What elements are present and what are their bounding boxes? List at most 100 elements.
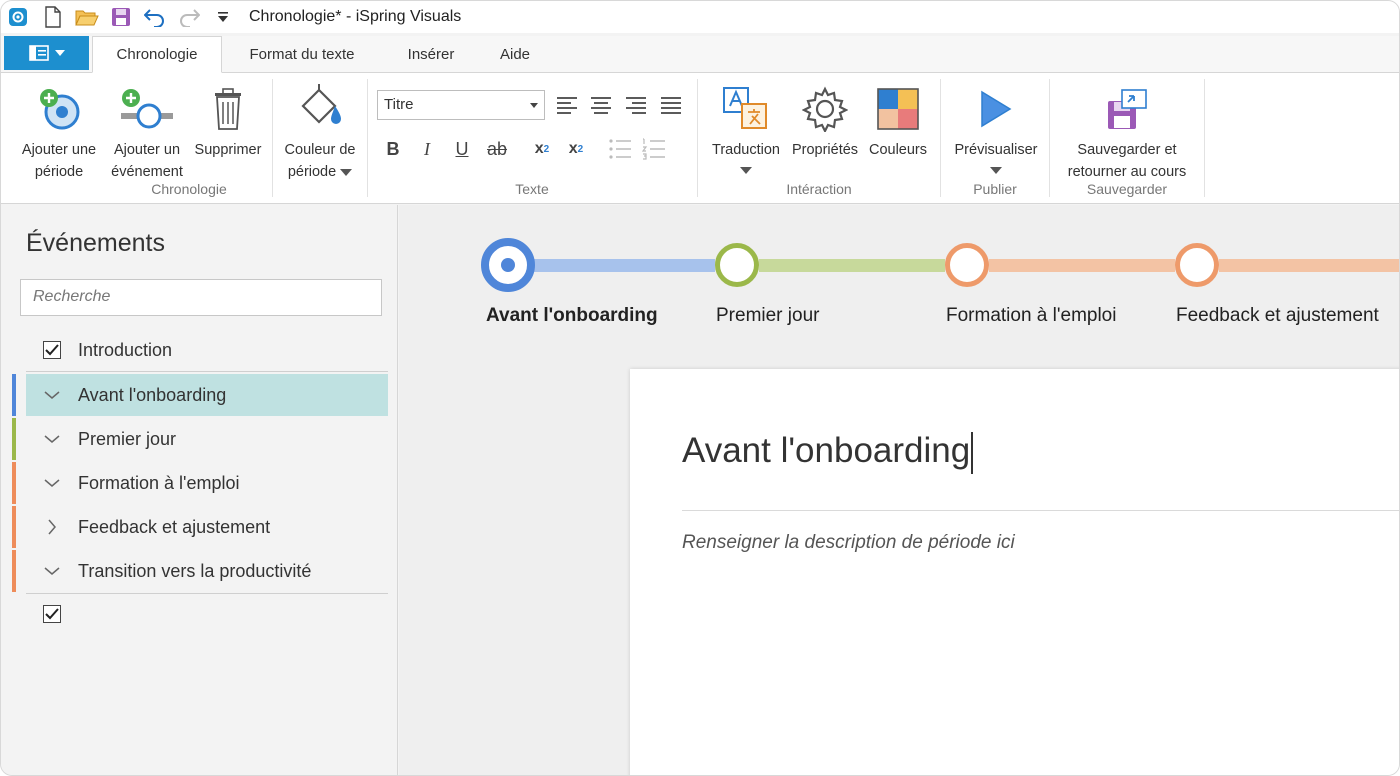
tab-inserer[interactable]: Insérer <box>382 36 480 73</box>
period-color-label-1: Couleur de <box>284 142 356 158</box>
translation-button[interactable]: Traduction <box>705 79 787 174</box>
align-left-icon <box>557 97 577 114</box>
window-title: Chronologie* - iSpring Visuals <box>249 8 462 25</box>
preview-button[interactable]: Prévisualiser <box>945 79 1047 174</box>
align-right-icon <box>626 97 646 114</box>
chevron-down-icon[interactable] <box>26 478 78 488</box>
chevron-down-icon[interactable] <box>26 566 78 576</box>
redo-icon[interactable] <box>177 5 201 29</box>
ribbon-separator <box>697 79 698 197</box>
timeline-node-avant-onboarding[interactable] <box>481 238 535 292</box>
timeline-label-feedback-ajustement[interactable]: Feedback et ajustement <box>1176 305 1379 327</box>
italic-button[interactable]: I <box>413 135 441 163</box>
new-file-icon[interactable] <box>41 5 65 29</box>
chevron-down-icon[interactable] <box>26 434 78 444</box>
period-color-label-2: période <box>288 161 353 183</box>
list-item-label: Feedback et ajustement <box>78 516 271 537</box>
add-period-icon <box>34 79 84 139</box>
chevron-right-icon[interactable] <box>26 519 78 535</box>
selected-node-dot <box>501 258 515 272</box>
justify-button[interactable] <box>657 91 685 119</box>
search-input[interactable]: Recherche <box>20 279 382 316</box>
trash-icon <box>211 79 245 139</box>
timeline-label-formation-emploi[interactable]: Formation à l'emploi <box>946 305 1116 327</box>
save-return-label-2: retourner au cours <box>1067 164 1187 180</box>
sidebar-item-premier-jour[interactable]: Premier jour <box>26 418 388 460</box>
timeline-label-premier-jour[interactable]: Premier jour <box>716 305 819 327</box>
list-item-conclusion[interactable] <box>26 593 388 635</box>
period-title-editor[interactable]: Avant l'onboarding <box>682 431 973 474</box>
superscript-letter: x <box>568 140 578 157</box>
file-menu-button[interactable] <box>4 36 89 70</box>
add-event-icon <box>119 79 175 139</box>
superscript-button[interactable]: x2 <box>562 135 590 163</box>
add-period-label-2: période <box>34 164 84 180</box>
tab-chronologie[interactable]: Chronologie <box>92 36 222 73</box>
customize-qat-icon[interactable] <box>211 5 235 29</box>
tab-aide[interactable]: Aide <box>480 36 550 73</box>
list-item-label: Formation à l'emploi <box>78 472 240 493</box>
list-item-label: Transition vers la productivité <box>78 560 312 581</box>
chevron-down-icon[interactable] <box>26 390 78 400</box>
list-item-introduction[interactable]: Introduction <box>26 329 388 371</box>
sidebar-item-avant-onboarding[interactable]: Avant l'onboarding <box>26 374 388 416</box>
bullet-list-button[interactable] <box>606 135 634 163</box>
delete-button[interactable]: Supprimer <box>189 79 267 161</box>
add-period-button[interactable]: Ajouter une période <box>13 79 105 183</box>
timeline-label-avant-onboarding[interactable]: Avant l'onboarding <box>486 305 658 327</box>
text-style-select[interactable]: Titre <box>377 90 545 120</box>
period-description-field[interactable]: Renseigner la description de période ici <box>682 532 1015 554</box>
divider <box>682 510 1399 511</box>
sidebar-item-transition-productivite[interactable]: Transition vers la productivité <box>26 550 388 592</box>
period-color-marker <box>12 506 16 548</box>
timeline-segment <box>1219 259 1399 272</box>
list-item-label: Introduction <box>78 339 173 360</box>
colors-label: Couleurs <box>868 142 928 158</box>
ribbon-separator <box>940 79 941 197</box>
sidebar-item-formation-emploi[interactable]: Formation à l'emploi <box>26 462 388 504</box>
sidebar-item-feedback-ajustement[interactable]: Feedback et ajustement <box>26 506 388 548</box>
divider <box>26 371 388 372</box>
ribbon-tabs: Chronologie Format du texte Insérer Aide <box>1 36 1399 73</box>
timeline-node-formation-emploi[interactable] <box>945 243 989 287</box>
open-folder-icon[interactable] <box>75 5 99 29</box>
align-left-button[interactable] <box>553 91 581 119</box>
numbered-list-button[interactable] <box>640 135 668 163</box>
tab-format-du-texte[interactable]: Format du texte <box>222 36 382 73</box>
timeline-segment <box>759 259 945 272</box>
period-color-button[interactable]: Couleur de période <box>277 79 363 183</box>
checkbox-checked-icon[interactable] <box>43 605 61 623</box>
ribbon-separator <box>1049 79 1050 197</box>
timeline-node-feedback-ajustement[interactable] <box>1175 243 1219 287</box>
chevron-down-icon <box>54 50 65 56</box>
app-icon[interactable] <box>7 6 29 28</box>
save-return-icon <box>1104 79 1150 139</box>
timeline-segment <box>529 259 715 272</box>
save-icon[interactable] <box>109 5 133 29</box>
checkbox-checked-icon[interactable] <box>43 341 61 359</box>
strikethrough-button[interactable]: ab <box>483 135 511 163</box>
add-event-button[interactable]: Ajouter un événement <box>105 79 189 183</box>
properties-button[interactable]: Propriétés <box>787 79 863 161</box>
timeline-segment <box>989 259 1175 272</box>
align-center-icon <box>591 97 611 114</box>
properties-label: Propriétés <box>791 142 859 158</box>
add-period-label-1: Ajouter une <box>21 142 97 158</box>
title-bar: Chronologie* - iSpring Visuals <box>1 1 1399 33</box>
undo-icon[interactable] <box>143 5 167 29</box>
underline-button[interactable]: U <box>448 135 476 163</box>
period-color-marker <box>12 374 16 416</box>
save-and-return-button[interactable]: Sauvegarder et retourner au cours <box>1053 79 1201 183</box>
timeline-node-premier-jour[interactable] <box>715 243 759 287</box>
period-detail-card: Avant l'onboarding Renseigner la descrip… <box>630 369 1399 775</box>
translation-label: Traduction <box>712 142 780 158</box>
subscript-index: 2 <box>543 143 550 155</box>
text-cursor <box>971 431 973 474</box>
colors-button[interactable]: Couleurs <box>863 79 933 161</box>
color-palette-icon <box>876 79 920 139</box>
numbered-list-icon <box>642 138 665 160</box>
align-right-button[interactable] <box>622 91 650 119</box>
bold-button[interactable]: B <box>379 135 407 163</box>
subscript-button[interactable]: x2 <box>528 135 556 163</box>
align-center-button[interactable] <box>587 91 615 119</box>
